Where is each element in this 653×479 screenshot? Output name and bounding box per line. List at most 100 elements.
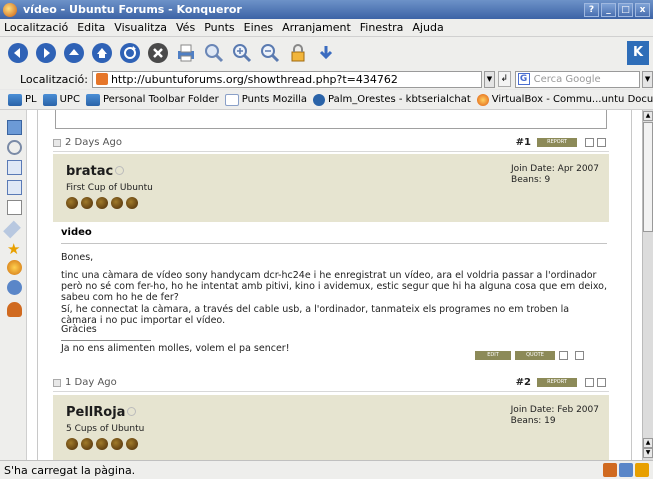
location-label: Localització: [20, 72, 88, 86]
security-status-icon[interactable] [603, 463, 617, 477]
help-button[interactable]: ? [584, 2, 599, 17]
google-icon: G [517, 73, 530, 85]
bookmarks-panel-icon[interactable] [7, 120, 22, 135]
post-number[interactable]: #2 [516, 377, 531, 388]
post-status-icon [53, 378, 61, 387]
minimize-button[interactable]: _ [601, 2, 616, 17]
scroll-up-button-bottom[interactable]: ▲ [643, 438, 653, 448]
web-sidebar-icon[interactable] [7, 302, 22, 317]
bookmark-palm-orestes[interactable]: Palm_Orestes - kbtserialchat [313, 93, 471, 106]
history-panel-icon[interactable] [7, 160, 22, 175]
signature-separator [61, 340, 151, 341]
rss-feed-icon[interactable] [635, 463, 649, 477]
multi-quote-checkbox[interactable] [597, 138, 606, 147]
quick-quote-icon[interactable] [585, 378, 594, 387]
main-toolbar: K [0, 37, 653, 69]
edit-button[interactable]: EDIT [475, 351, 511, 360]
post-number[interactable]: #1 [516, 137, 531, 148]
menu-finestra[interactable]: Finestra [360, 21, 404, 34]
services-panel-icon[interactable] [7, 280, 22, 295]
menu-arranjament[interactable]: Arranjament [282, 21, 351, 34]
bean-icon [66, 197, 78, 209]
bookmark-personal-toolbar[interactable]: Personal Toolbar Folder [85, 93, 219, 106]
offline-status-icon [115, 166, 125, 175]
url-text: http://ubuntuforums.org/showthread.php?t… [110, 72, 398, 86]
menu-ajuda[interactable]: Ajuda [412, 21, 443, 34]
quick-quote-icon[interactable] [585, 138, 594, 147]
quick-quote-icon[interactable] [559, 351, 568, 360]
zoom-in-icon[interactable] [230, 41, 254, 65]
url-input[interactable]: http://ubuntuforums.org/showthread.php?t… [91, 70, 482, 88]
post-paragraph-2: Sí, he connectat la càmara, a través del… [61, 304, 570, 326]
ubuntu-icon [476, 93, 489, 106]
user-info-box-2: PellRoja 5 Cups of Ubuntu Join Date: Feb… [53, 395, 609, 460]
stop-icon[interactable] [146, 41, 170, 65]
go-button[interactable]: ↲ [497, 71, 511, 87]
bean-icon [96, 197, 108, 209]
root-panel-icon[interactable] [7, 200, 22, 215]
download-icon[interactable] [314, 41, 338, 65]
search-panel-icon[interactable] [7, 140, 22, 155]
post-header-2: 1 Day Ago #2 REPORT [53, 374, 609, 392]
report-button[interactable]: REPORT [537, 378, 577, 387]
konqueror-app-icon[interactable] [3, 2, 17, 17]
sidebar: ★ [0, 110, 27, 460]
folder-icon [85, 93, 100, 106]
home-icon[interactable] [90, 41, 114, 65]
bookmark-virtualbox[interactable]: VirtualBox - Commu...untu Documentation [476, 93, 653, 106]
status-text: S'ha carregat la pàgina. [4, 463, 136, 477]
star-panel-icon[interactable]: ★ [7, 242, 22, 257]
close-button[interactable]: x [635, 2, 650, 17]
username[interactable]: PellRoja [66, 405, 137, 420]
quote-button[interactable]: QUOTE [515, 351, 555, 360]
beans-count: Beans: 9 [511, 175, 551, 185]
url-dropdown-button[interactable]: ▼ [483, 70, 495, 88]
menu-ves[interactable]: Vés [176, 21, 195, 34]
status-tray [603, 463, 649, 477]
join-date: Join Date: Apr 2007 [511, 164, 599, 174]
forward-icon[interactable] [34, 41, 58, 65]
menu-eines[interactable]: Eines [244, 21, 273, 34]
bookmark-upc[interactable]: UPC [42, 93, 80, 106]
post-thanks: Gràcies [61, 324, 97, 335]
menu-punts[interactable]: Punts [204, 21, 234, 34]
menu-visualitza[interactable]: Visualitza [114, 21, 167, 34]
post-paragraph-1: tinc una càmara de vídeo sony handycam d… [61, 270, 607, 303]
folder-icon [42, 93, 57, 106]
scroll-down-button[interactable]: ▼ [643, 448, 653, 458]
network-panel-icon[interactable] [7, 260, 22, 275]
zoom-out-icon[interactable] [258, 41, 282, 65]
up-icon[interactable] [62, 41, 86, 65]
lock-icon[interactable] [286, 41, 310, 65]
search-input[interactable]: G Cerca Google [514, 70, 641, 88]
bookmark-pl[interactable]: PL [8, 93, 37, 106]
bean-icon [111, 438, 123, 450]
scroll-up-button[interactable]: ▲ [643, 111, 653, 121]
search-placeholder: Cerca Google [533, 73, 601, 85]
back-icon[interactable] [6, 41, 30, 65]
username[interactable]: bratac [66, 164, 125, 179]
media-panel-icon[interactable] [3, 220, 21, 239]
menu-localitzacio[interactable]: Localització [4, 21, 68, 34]
join-date: Join Date: Feb 2007 [510, 405, 599, 415]
search-engine-dropdown[interactable]: ▼ [642, 70, 653, 88]
report-button[interactable]: REPORT [537, 138, 577, 147]
multi-quote-checkbox[interactable] [597, 378, 606, 387]
location-bar: Localització: http://ubuntuforums.org/sh… [0, 69, 653, 89]
post-divider [61, 243, 607, 244]
tools-icon[interactable] [202, 41, 226, 65]
maximize-button[interactable]: □ [618, 2, 633, 17]
reload-icon[interactable] [118, 41, 142, 65]
multi-quote-checkbox[interactable] [575, 351, 584, 360]
folder-icon [8, 93, 22, 106]
menu-bar: Localització Edita Visualitza Vés Punts … [0, 19, 653, 37]
home-panel-icon[interactable] [7, 180, 22, 195]
menu-edita[interactable]: Edita [77, 21, 105, 34]
adblock-status-icon[interactable] [619, 463, 633, 477]
bean-rating [66, 438, 138, 450]
bookmark-punts-mozilla[interactable]: Punts Mozilla [224, 93, 307, 106]
post-status-icon [53, 138, 61, 147]
vertical-scrollbar[interactable]: ▲ ▲ ▼ [642, 110, 653, 460]
print-icon[interactable] [174, 41, 198, 65]
scrollbar-thumb[interactable] [643, 122, 653, 232]
